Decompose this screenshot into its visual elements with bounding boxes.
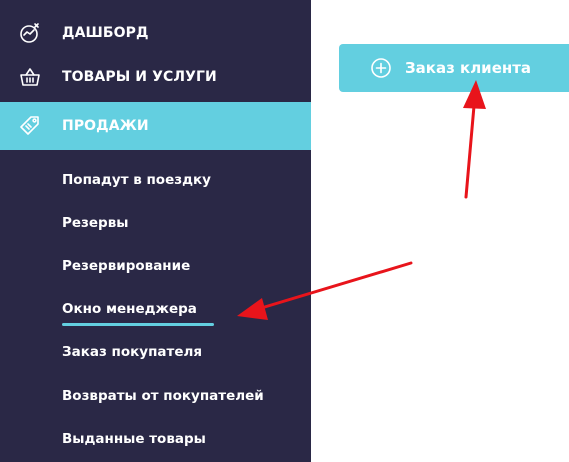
customer-order-button-label: Заказ клиента [405,59,532,77]
dashboard-icon [18,21,42,45]
sidebar-item-label: ПРОДАЖИ [62,118,149,134]
basket-icon [18,65,42,89]
sidebar: ДАШБОРД ТОВАРЫ И УСЛУГИ ПРОДАЖИ Попадут … [0,0,311,462]
sidebar-item-label: ДАШБОРД [62,25,149,41]
sidebar-item-label: ТОВАРЫ И УСЛУГИ [62,69,217,85]
annotation-arrow-to-button [463,80,486,199]
sidebar-subitem-issued-goods[interactable]: Выданные товары [62,431,206,447]
sidebar-subitem-reservation[interactable]: Резервирование [62,258,190,274]
sidebar-subitem-reserves[interactable]: Резервы [62,215,128,231]
active-subitem-underline [62,323,214,326]
sidebar-subitem-returns[interactable]: Возвраты от покупателей [62,388,264,404]
sidebar-subitem-customer-order[interactable]: Заказ покупателя [62,344,202,360]
sidebar-subitem-manager-window[interactable]: Окно менеджера [62,301,197,317]
customer-order-button[interactable]: Заказ клиента [339,44,569,92]
sidebar-item-dashboard[interactable]: ДАШБОРД [0,9,311,57]
tag-icon [18,114,42,138]
sidebar-item-sales[interactable]: ПРОДАЖИ [0,102,311,150]
page: ДАШБОРД ТОВАРЫ И УСЛУГИ ПРОДАЖИ Попадут … [0,0,569,462]
sidebar-subitem-trip[interactable]: Попадут в поездку [62,172,211,188]
sidebar-item-products[interactable]: ТОВАРЫ И УСЛУГИ [0,53,311,101]
plus-circle-icon [369,56,393,80]
